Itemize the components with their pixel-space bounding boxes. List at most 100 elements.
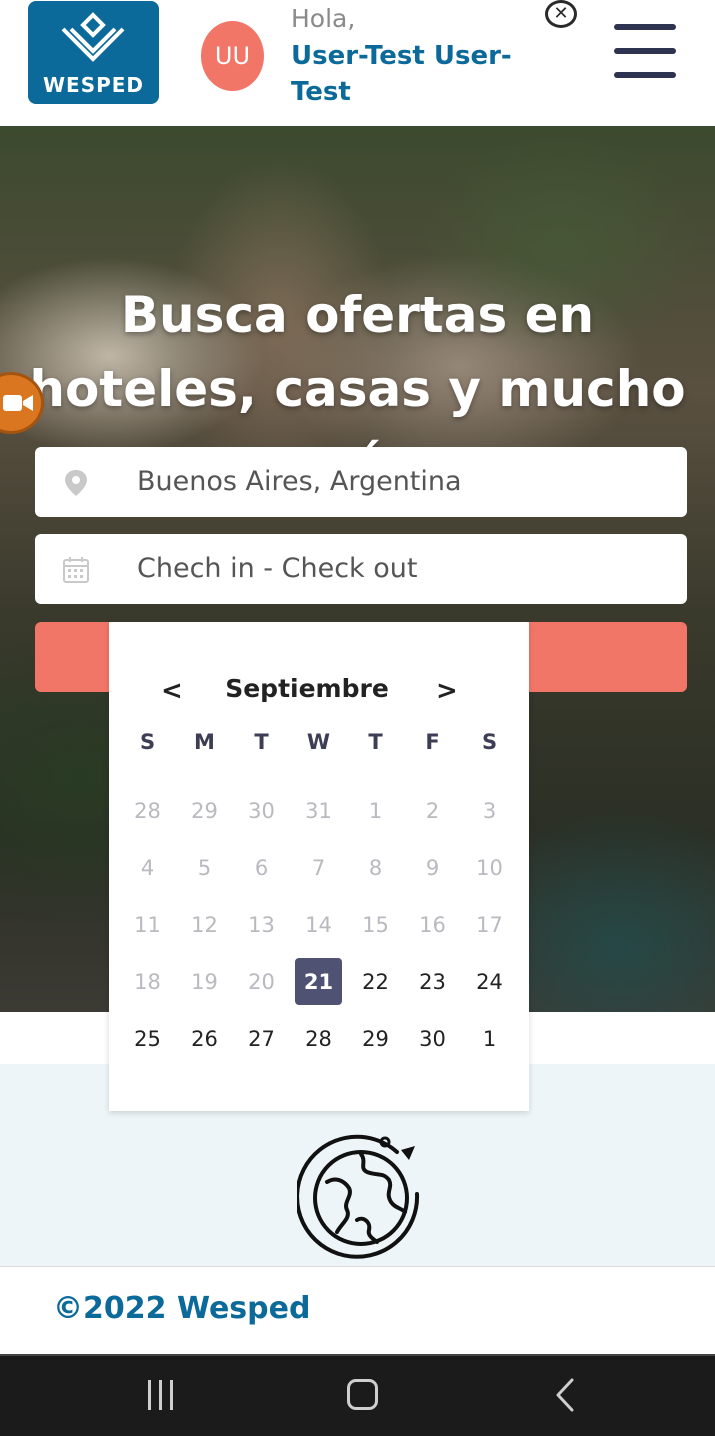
system-nav-bar	[0, 1354, 715, 1436]
menu-button[interactable]	[614, 24, 676, 80]
calendar-day-disabled: 5	[176, 839, 233, 896]
calendar-day-number: 23	[419, 969, 446, 994]
calendar-day-disabled: 7	[290, 839, 347, 896]
calendar-day-number: 20	[248, 969, 275, 994]
calendar-day-number: 25	[134, 1026, 161, 1051]
calendar-day-number: 4	[140, 855, 155, 880]
calendar-day-number: 30	[248, 798, 275, 823]
nav-recent-icon-bar	[170, 1380, 173, 1410]
app-header: WESPED UU Hola, User-Test User-Test ✕	[0, 0, 715, 126]
calendar-icon	[63, 557, 89, 583]
calendar-day[interactable]: 26	[176, 1010, 233, 1067]
avatar[interactable]: UU	[201, 21, 264, 91]
calendar-day-number: 28	[134, 798, 161, 823]
calendar-day-number: 6	[254, 855, 269, 880]
calendar-day-disabled: 6	[233, 839, 290, 896]
calendar-day-number: 1	[368, 798, 383, 823]
globe-icon	[297, 1134, 420, 1259]
calendar-day-number: 13	[248, 912, 275, 937]
calendar-day-disabled: 28	[119, 782, 176, 839]
next-month-button[interactable]: >	[436, 676, 458, 706]
calendar-day[interactable]: 23	[404, 953, 461, 1010]
calendar-day-disabled: 10	[461, 839, 518, 896]
calendar-day-number: 28	[305, 1026, 332, 1051]
close-button[interactable]: ✕	[545, 0, 577, 28]
dates-field[interactable]: Chech in - Check out	[35, 534, 687, 604]
weekday-label: S	[481, 730, 498, 754]
logo-text: WESPED	[42, 73, 145, 97]
calendar-day-number: 8	[368, 855, 383, 880]
close-icon: ✕	[553, 3, 569, 24]
calendar-day-number: 2	[425, 798, 440, 823]
footer: ©2022 Wesped	[0, 1266, 715, 1354]
calendar-day-number: 3	[482, 798, 497, 823]
calendar-day-disabled: 8	[347, 839, 404, 896]
calendar-day-number: 15	[362, 912, 389, 937]
calendar-day-selected[interactable]: 21	[290, 953, 347, 1010]
calendar-day-number: 18	[134, 969, 161, 994]
weekday-label: T	[368, 730, 383, 754]
calendar-day[interactable]: 29	[347, 1010, 404, 1067]
calendar-day-disabled: 2	[404, 782, 461, 839]
month-title: Septiembre	[225, 674, 389, 703]
menu-icon-bar	[614, 48, 676, 54]
calendar-day-number: 17	[476, 912, 503, 937]
calendar-day-disabled: 19	[176, 953, 233, 1010]
username-text: User-Test User-Test	[291, 41, 512, 107]
calendar-day-disabled: 31	[290, 782, 347, 839]
calendar-day-number: 29	[191, 798, 218, 823]
logo-mark-icon	[61, 12, 125, 62]
calendar-day-number: 10	[476, 855, 503, 880]
copyright-text: ©2022 Wesped	[53, 1291, 311, 1326]
calendar-day-disabled: 1	[347, 782, 404, 839]
calendar-day-disabled: 30	[233, 782, 290, 839]
calendar-day-disabled: 29	[176, 782, 233, 839]
calendar-day-disabled: 13	[233, 896, 290, 953]
weekday-label: F	[425, 730, 440, 754]
calendar-day-number: 27	[248, 1026, 275, 1051]
calendar-day[interactable]: 24	[461, 953, 518, 1010]
calendar-day-number: 22	[362, 969, 389, 994]
calendar-day-number: 29	[362, 1026, 389, 1051]
calendar-day[interactable]: 25	[119, 1010, 176, 1067]
destination-field[interactable]: Buenos Aires, Argentina	[35, 447, 687, 517]
calendar-day[interactable]: 28	[290, 1010, 347, 1067]
calendar-day[interactable]: 27	[233, 1010, 290, 1067]
calendar-day[interactable]: 22	[347, 953, 404, 1010]
greeting-text: Hola,	[291, 4, 356, 33]
weekday-header: S M T W T F S	[119, 730, 519, 754]
nav-back-icon[interactable]	[554, 1378, 576, 1412]
calendar-day-disabled: 15	[347, 896, 404, 953]
calendar-day-disabled: 18	[119, 953, 176, 1010]
calendar-day[interactable]: 1	[461, 1010, 518, 1067]
nav-home-icon[interactable]	[347, 1379, 378, 1410]
calendar-days-grid: 28 29 30 31 1 2 3 4 5 6 7 8 9 10 11 12 13 14 15 16 17 18 19 20 2…	[119, 782, 519, 1067]
calendar-day-disabled: 4	[119, 839, 176, 896]
nav-recent-button[interactable]	[146, 1380, 176, 1410]
calendar-day[interactable]: 30	[404, 1010, 461, 1067]
calendar-day-disabled: 20	[233, 953, 290, 1010]
calendar-day-number: 26	[191, 1026, 218, 1051]
calendar-day-number: 19	[191, 969, 218, 994]
nav-recent-icon-bar	[159, 1380, 162, 1410]
menu-icon	[614, 24, 676, 30]
calendar-day-number: 9	[425, 855, 440, 880]
calendar-day-number: 11	[134, 912, 161, 937]
prev-month-button[interactable]: <	[161, 676, 183, 706]
calendar-day-number: 5	[197, 855, 212, 880]
location-pin-icon	[65, 470, 87, 496]
calendar-day-number: 21	[295, 958, 342, 1005]
weekday-label: S	[139, 730, 156, 754]
video-icon	[3, 395, 33, 411]
calendar-day-disabled: 3	[461, 782, 518, 839]
calendar-day-number: 12	[191, 912, 218, 937]
wesped-logo[interactable]: WESPED	[28, 1, 159, 104]
dates-placeholder: Chech in - Check out	[137, 553, 418, 584]
calendar-day-disabled: 17	[461, 896, 518, 953]
weekday-label: W	[306, 730, 331, 754]
calendar-day-disabled: 16	[404, 896, 461, 953]
calendar-day-number: 16	[419, 912, 446, 937]
calendar-day-disabled: 9	[404, 839, 461, 896]
destination-value: Buenos Aires, Argentina	[137, 466, 462, 497]
weekday-label: M	[194, 730, 215, 754]
